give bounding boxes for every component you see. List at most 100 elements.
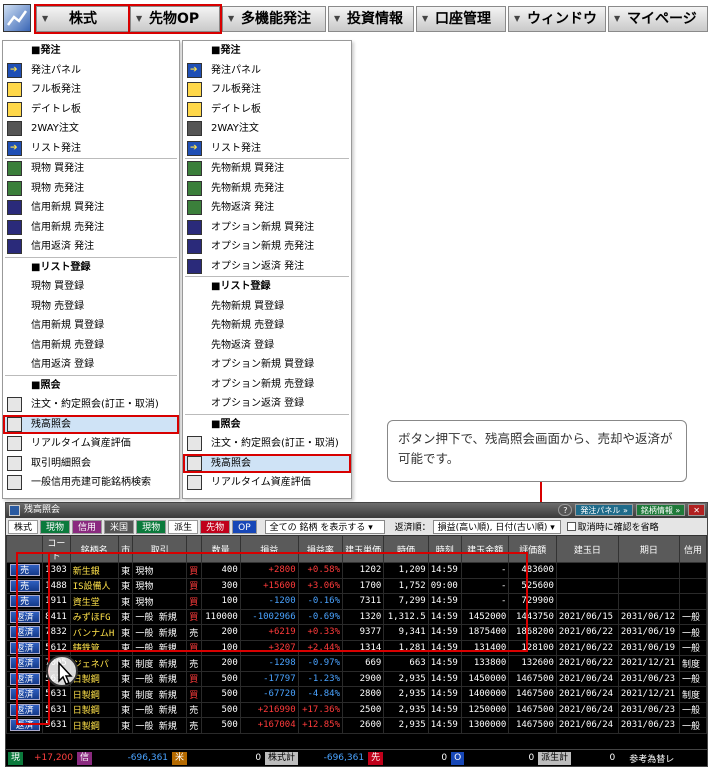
realtime-asset-icon bbox=[187, 475, 202, 490]
display-select[interactable]: 全ての 銘柄 を表示する ▾ bbox=[264, 519, 385, 534]
table-cell: 200 bbox=[200, 655, 241, 672]
menu-item-list-order[interactable]: リスト発注 bbox=[183, 139, 351, 158]
column-header[interactable]: 建玉日 bbox=[555, 535, 619, 563]
option-buy-icon bbox=[187, 219, 202, 235]
table-cell: 日製鋼 bbox=[69, 701, 119, 718]
menu-item-short-search[interactable]: 一般信用売建可能銘柄検索 bbox=[3, 473, 179, 493]
table-cell: 2021/06/15 bbox=[555, 608, 619, 625]
menu-tab-investment-info[interactable]: ▼ 投資情報 bbox=[328, 6, 414, 32]
menu-item-daytrade-board[interactable]: デイトレ板 bbox=[183, 100, 351, 120]
menu-item-list-futures-sell[interactable]: 先物新規 売登録 bbox=[183, 316, 351, 336]
app-logo-icon[interactable] bbox=[3, 4, 31, 32]
table-cell: 2800 bbox=[341, 686, 385, 703]
menu-item-list-margin-buy[interactable]: 信用新規 買登録 bbox=[3, 316, 179, 336]
menu-item-margin-repay[interactable]: 信用返済 発注 bbox=[3, 237, 179, 257]
table-cell: 制度 新規 bbox=[132, 686, 188, 703]
table-cell: 14:59 bbox=[427, 670, 462, 687]
filter-futures[interactable]: 先物 bbox=[200, 519, 231, 534]
table-cell: 2021/12/21 bbox=[617, 686, 681, 703]
menu-item-full-board[interactable]: フル板発注 bbox=[3, 80, 179, 100]
table-cell: 2021/12/21 bbox=[617, 655, 681, 672]
menu-item-realtime-asset[interactable]: リアルタイム資産評価 bbox=[183, 473, 351, 493]
menu-tab-window[interactable]: ▼ ウィンドウ bbox=[508, 6, 606, 32]
column-header[interactable]: 信用 bbox=[679, 535, 707, 563]
daytrade-board-icon bbox=[187, 101, 202, 117]
column-header[interactable]: 期日 bbox=[617, 535, 681, 563]
menu-item-futures-buy[interactable]: 先物新規 買発注 bbox=[183, 159, 351, 179]
menu-item-balance-inquiry[interactable]: 残高照会 bbox=[183, 453, 351, 473]
table-row: 返済5631日製鋼東一般 新規買500-17797-1.23%29002,935… bbox=[5, 670, 707, 687]
window-titlebar: 残高照会 ? 発注パネル » 銘柄情報 » ✕ bbox=[6, 503, 707, 518]
menu-item-order-inquiry[interactable]: 注文・約定照会(訂正・取消) bbox=[183, 434, 351, 454]
menu-item-order-panel[interactable]: 発注パネル bbox=[183, 61, 351, 80]
table-cell: 一般 bbox=[679, 670, 707, 687]
table-cell: 一般 新規 bbox=[132, 717, 188, 734]
menu-item-list-margin-repay[interactable]: 信用返済 登録 bbox=[3, 355, 179, 375]
status-stock-total-value: -696,361 bbox=[323, 753, 365, 763]
menu-section-header: ■発注 bbox=[31, 45, 61, 56]
table-cell bbox=[617, 593, 681, 610]
menu-item-order-panel[interactable]: 発注パネル bbox=[3, 61, 179, 80]
menu-section-header: ■リスト登録 bbox=[211, 281, 271, 292]
table-cell: +216990 bbox=[239, 701, 299, 718]
menu-section-header: ■発注 bbox=[211, 45, 241, 56]
menu-item-list-futures-repay[interactable]: 先物返済 登録 bbox=[183, 336, 351, 356]
table-cell: -4.84% bbox=[297, 686, 344, 703]
menu-item-2way-order[interactable]: 2WAY注文 bbox=[183, 119, 351, 139]
menu-item-option-repay[interactable]: オプション返済 発注 bbox=[183, 257, 351, 277]
filter-option[interactable]: OP bbox=[232, 519, 257, 534]
menu-tab-mypage[interactable]: ▼ マイページ bbox=[608, 6, 708, 32]
filter-margin[interactable]: 信用 bbox=[72, 519, 103, 534]
menu-item-cash-sell[interactable]: 現物 売発注 bbox=[3, 179, 179, 199]
table-cell: 一般 新規 bbox=[132, 701, 188, 718]
menu-tab-account[interactable]: ▼ 口座管理 bbox=[416, 6, 506, 32]
menu-tab-multi-order[interactable]: ▼ 多機能発注 bbox=[222, 6, 326, 32]
menu-item-list-futures-buy[interactable]: 先物新規 買登録 bbox=[183, 297, 351, 317]
close-icon[interactable]: ✕ bbox=[688, 504, 705, 516]
menu-item-futures-repay[interactable]: 先物返済 発注 bbox=[183, 198, 351, 218]
help-icon[interactable]: ? bbox=[558, 504, 573, 516]
dropdown-arrow-icon: ▼ bbox=[422, 14, 429, 23]
menu-item-margin-buy[interactable]: 信用新規 買発注 bbox=[3, 198, 179, 218]
menu-item-order-inquiry[interactable]: 注文・約定照会(訂正・取消) bbox=[3, 395, 179, 415]
menu-item-2way-order[interactable]: 2WAY注文 bbox=[3, 119, 179, 139]
menu-item-list-option-repay[interactable]: オプション返済 登録 bbox=[183, 394, 351, 414]
menu-item-list-option-buy[interactable]: オプション新規 買登録 bbox=[183, 355, 351, 375]
status-cash-value: +17,200 bbox=[33, 753, 74, 763]
order-panel-icon bbox=[7, 61, 22, 80]
filter-us-cash[interactable]: 現物 bbox=[136, 519, 167, 534]
menu-item-list-cash-buy[interactable]: 現物 買登録 bbox=[3, 277, 179, 297]
menu-item-realtime-asset[interactable]: リアルタイム資産評価 bbox=[3, 434, 179, 454]
table-cell: 2021/06/24 bbox=[555, 701, 619, 718]
order-panel-button[interactable]: 発注パネル » bbox=[575, 504, 633, 516]
menu-item-list-order[interactable]: リスト発注 bbox=[3, 139, 179, 158]
dropdown-arrow-icon: ▼ bbox=[228, 14, 235, 23]
sort-select[interactable]: 損益(高い順), 日付(古い順) ▾ bbox=[432, 519, 561, 534]
menu-item-option-buy[interactable]: オプション新規 買発注 bbox=[183, 218, 351, 238]
stock-info-button[interactable]: 銘柄情報 » bbox=[635, 504, 686, 516]
menu-item-list-margin-sell[interactable]: 信用新規 売登録 bbox=[3, 336, 179, 356]
table-cell: 2031/06/19 bbox=[617, 624, 681, 641]
filter-derivative[interactable]: 派生 bbox=[168, 519, 199, 534]
menu-tab-stock[interactable]: ▼ 株式 bbox=[34, 4, 132, 34]
filter-us[interactable]: 米国 bbox=[104, 519, 135, 534]
menu-item-futures-sell[interactable]: 先物新規 売発注 bbox=[183, 179, 351, 199]
skip-confirm-checkbox[interactable] bbox=[566, 522, 576, 531]
menu-item-cash-buy[interactable]: 現物 買発注 bbox=[3, 159, 179, 179]
filter-stock[interactable]: 株式 bbox=[8, 519, 39, 534]
menu-item-balance-inquiry[interactable]: 残高照会 bbox=[3, 414, 179, 434]
menu-item-transaction-detail[interactable]: 取引明細照会 bbox=[3, 454, 179, 474]
menu-item-option-sell[interactable]: オプション新規 売発注 bbox=[183, 237, 351, 257]
menu-tab-futures-op[interactable]: ▼ 先物OP bbox=[128, 4, 222, 34]
table-cell: 500 bbox=[200, 717, 241, 734]
table-cell: 売 bbox=[186, 655, 202, 672]
futures-dropdown-menu: ■発注 発注パネル フル板発注 デイトレ板 2WAY注文 リスト発注 先物新規 … bbox=[182, 40, 352, 499]
menu-item-margin-sell[interactable]: 信用新規 売発注 bbox=[3, 218, 179, 238]
menu-item-list-option-sell[interactable]: オプション新規 売登録 bbox=[183, 375, 351, 395]
table-cell bbox=[555, 577, 619, 594]
menu-item-daytrade-board[interactable]: デイトレ板 bbox=[3, 100, 179, 120]
menu-item-full-board[interactable]: フル板発注 bbox=[183, 80, 351, 100]
menu-item-list-cash-sell[interactable]: 現物 売登録 bbox=[3, 297, 179, 317]
menu-section-header: ■照会 bbox=[211, 418, 241, 430]
filter-cash[interactable]: 現物 bbox=[40, 519, 71, 534]
